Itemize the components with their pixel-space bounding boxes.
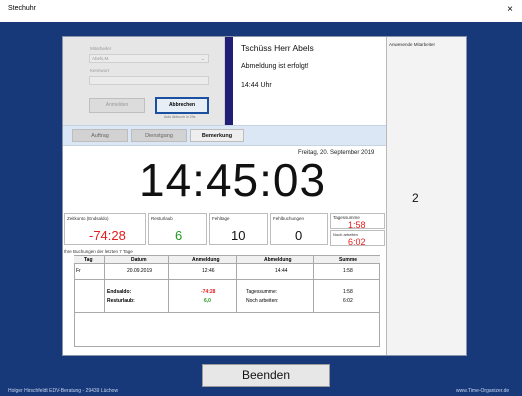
zeitkonto-value: -74:28 [89,228,126,243]
fehltage-value: 10 [231,228,246,243]
row-tag: Fr [76,268,81,274]
auto-cancel-note: Auto Abbruch in 29s [164,115,196,119]
zeitkonto-label: Zeitkonto (Endsaldo) [67,216,109,221]
col-divider [104,255,105,312]
fehltage-label: Fehltage [212,216,230,221]
row-summe: 1:58 [343,268,353,274]
resturlaub-label: Resturlaub [151,216,173,221]
present-employees-count: 2 [412,191,419,205]
cancel-button[interactable]: Abbrechen [155,97,209,114]
title-bar [0,0,522,22]
current-time: 14:45:03 [139,154,327,206]
fehltage-box: Fehltage 10 [209,213,268,245]
tagessumme-row-value: 1:58 [343,289,353,295]
col-divider [313,255,314,312]
row-abmeldung: 14:44 [275,268,288,274]
present-employees-title: Anwesende Mitarbeiter [389,42,436,47]
tab-auftrag[interactable]: Auftrag [72,129,128,142]
divider-bar [225,37,233,125]
bookings-caption: Ihre Buchungen der letzten 7 Tage [64,249,133,254]
header-summe: Summe [339,257,358,263]
zeitkonto-box: Zeitkonto (Endsaldo) -74:28 [64,213,146,245]
row-separator [74,279,380,280]
footer-company: Holger Hirschfeldt EDV-Beratung - 29439 … [8,388,119,394]
tagessumme-row-label: Tagessumme: [246,289,278,295]
noch-arbeiten-value: 6:02 [348,237,366,247]
login-button[interactable]: Anmelden [89,98,145,113]
tab-bemerkung[interactable]: Bemerkung [190,129,244,142]
logout-time: 14:44 Uhr [241,82,272,89]
row-anmeldung: 12:46 [202,268,215,274]
user-select[interactable]: Abels,M. ⌄ [89,54,209,63]
close-button[interactable]: × [502,3,518,17]
tagessumme-value: 1:58 [348,220,366,230]
noch-arbeiten-box: Noch arbeiten 6:02 [330,230,385,247]
chevron-down-icon: ⌄ [200,56,205,62]
col-divider [236,255,237,312]
fehlbuchungen-box: Fehlbuchungen 0 [270,213,328,245]
tagessumme-box: Tagessumme 1:58 [330,213,385,230]
fehlbuchungen-value: 0 [295,228,303,243]
resturlaub-row-label: Resturlaub: [107,298,135,304]
header-anmeldung: Anmeldung [192,257,220,263]
status-text: Abmeldung ist erfolgt! [241,63,309,70]
row-separator [74,312,380,313]
footer-website[interactable]: www.Time-Organizer.de [456,388,509,394]
col-divider [168,255,169,312]
resturlaub-box: Resturlaub 6 [148,213,207,245]
bookings-header-row [74,255,380,264]
greeting-text: Tschüss Herr Abels [241,43,314,53]
row-datum: 20.09.2019 [127,268,153,274]
endsaldo-label: Endsaldo: [107,289,132,295]
noch-arbeiten-row-label: Noch arbeiten: [246,298,279,304]
quit-button[interactable]: Beenden [202,364,330,387]
present-employees-panel [386,37,466,355]
user-label: Mitarbeiter [90,46,112,51]
user-select-value: Abels,M. [92,56,110,61]
window-title: Stechuhr [8,5,37,12]
header-datum: Datum [131,257,147,263]
header-tag: Tag [84,257,93,263]
endsaldo-value: -74:28 [201,289,216,295]
tab-dienstgang[interactable]: Dienstgang [131,129,187,142]
noch-arbeiten-row-value: 6:02 [343,298,353,304]
password-label: Kennwort [90,68,110,73]
fehlbuchungen-label: Fehlbuchungen [273,216,305,221]
password-field[interactable] [89,76,209,85]
header-abmeldung: Abmeldung [264,257,292,263]
resturlaub-value: 6 [175,228,183,243]
resturlaub-row-value: 6,0 [204,298,211,304]
